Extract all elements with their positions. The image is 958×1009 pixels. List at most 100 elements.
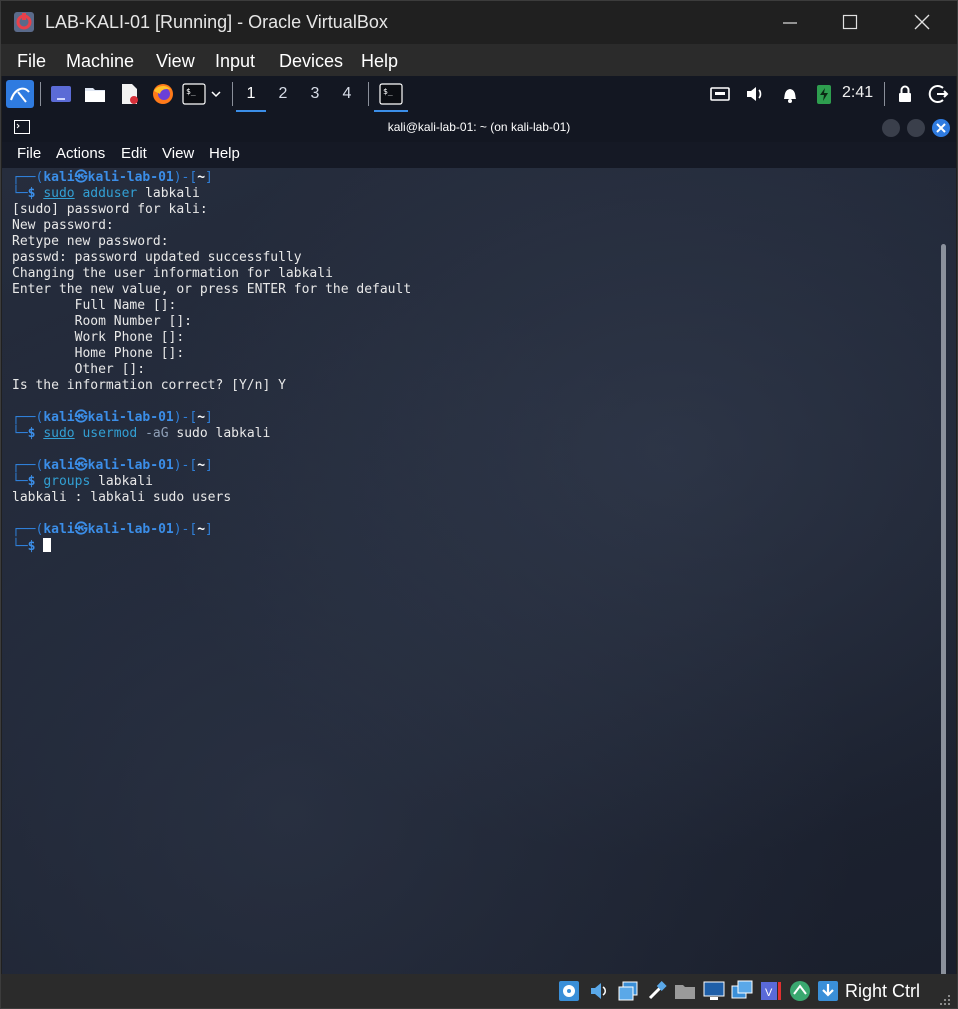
panel-separator [40, 82, 41, 106]
prompt-at: ㉿ [74, 170, 88, 185]
prompt-frame: └─ [12, 539, 28, 554]
terminal-scrollbar[interactable] [941, 244, 946, 974]
menu-help[interactable]: Help [361, 51, 398, 72]
output-line: Work Phone []: [12, 330, 185, 345]
active-command-line[interactable]: └─$ [12, 538, 52, 554]
logout-icon[interactable] [927, 82, 951, 106]
prompt-line: ┌──(kali㉿kali-lab-01)-[~] [12, 458, 213, 474]
shared-clipboard-icon[interactable] [617, 980, 639, 1002]
prompt-frame: ┌──( [12, 410, 44, 425]
output-line: labkali : labkali sudo users [12, 490, 232, 505]
terminal-menu-edit[interactable]: Edit [121, 145, 147, 162]
output-line: Changing the user information for labkal… [12, 266, 333, 281]
prompt-line: ┌──(kali㉿kali-lab-01)-[~] [12, 170, 213, 186]
display-icon[interactable] [703, 980, 725, 1002]
prompt-host: kali-lab-01 [87, 522, 174, 537]
prompt-frame: └─ [12, 186, 28, 201]
prompt-dir: ~ [197, 522, 206, 537]
prompt-frame: )-[ [173, 170, 198, 185]
prompt-line: ┌──(kali㉿kali-lab-01)-[~] [12, 410, 213, 426]
prompt-user: kali [43, 522, 75, 537]
workspace-2[interactable]: 2 [268, 82, 298, 110]
prompt-dollar: $ [27, 474, 36, 489]
command-line: └─$ sudo usermod -aG sudo labkali [12, 426, 270, 442]
firefox-icon[interactable] [151, 82, 175, 106]
terminal-menu-help[interactable]: Help [209, 145, 240, 162]
optical-drive-icon[interactable] [558, 980, 580, 1002]
audio-icon[interactable] [588, 980, 610, 1002]
prompt-at: ㉿ [74, 522, 88, 537]
show-desktop-icon[interactable] [49, 82, 73, 106]
text-cursor [43, 538, 52, 552]
terminal-maximize-button[interactable] [907, 119, 925, 137]
volume-icon[interactable] [743, 82, 767, 106]
prompt-frame: ] [205, 522, 213, 537]
recording-icon[interactable]: V [759, 980, 781, 1002]
terminal-close-button[interactable] [932, 119, 950, 137]
terminal-glyph: $_ [383, 87, 393, 96]
panel-separator [368, 82, 369, 106]
workspace-3[interactable]: 3 [300, 82, 330, 110]
panel-separator [232, 82, 233, 106]
text-editor-icon[interactable] [117, 82, 141, 106]
terminal-output[interactable]: ┌──(kali㉿kali-lab-01)-[~] └─$ sudo addus… [2, 168, 956, 974]
menu-file[interactable]: File [17, 51, 46, 72]
notification-bell-icon[interactable] [778, 82, 802, 106]
prompt-frame: ┌──( [12, 458, 44, 473]
prompt-frame: ┌──( [12, 522, 44, 537]
close-icon [936, 123, 946, 133]
output-line: Is the information correct? [Y/n] Y [12, 378, 286, 393]
command-line: └─$ sudo adduser labkali [12, 186, 200, 202]
svg-text:V: V [765, 987, 773, 999]
output-line: Room Number []: [12, 314, 193, 329]
panel-clock[interactable]: 2:41 [842, 84, 873, 102]
resize-grip-icon[interactable] [938, 994, 952, 1006]
lock-screen-icon[interactable] [893, 82, 917, 106]
guest-display[interactable]: $_ 1 2 3 4 $_ 2:41 kali@kali-lab-01: ~ (… [2, 76, 956, 974]
terminal-minimize-button[interactable] [882, 119, 900, 137]
prompt-at: ㉿ [74, 458, 88, 473]
menu-view[interactable]: View [156, 51, 195, 72]
host-title-bar: LAB-KALI-01 [Running] - Oracle VirtualBo… [0, 0, 958, 44]
file-manager-icon[interactable] [83, 82, 107, 106]
host-key-label[interactable]: Right Ctrl [845, 981, 920, 1002]
maximize-button[interactable] [822, 0, 878, 44]
prompt-frame: └─ [12, 474, 28, 489]
terminal-menu-view[interactable]: View [162, 145, 194, 162]
battery-charging-icon[interactable] [812, 82, 836, 106]
shared-folder-icon[interactable] [674, 980, 696, 1002]
menu-machine[interactable]: Machine [66, 51, 134, 72]
workspace-4[interactable]: 4 [332, 82, 362, 110]
prompt-line: ┌──(kali㉿kali-lab-01)-[~] [12, 522, 213, 538]
command-args: labkali [137, 186, 200, 201]
kali-menu-icon[interactable] [6, 80, 34, 108]
output-line: passwd: password updated successfully [12, 250, 302, 265]
minimize-button[interactable] [762, 0, 818, 44]
panel-separator [884, 82, 885, 106]
download-arrow-icon[interactable] [817, 980, 839, 1002]
terminal-glyph: $_ [186, 87, 196, 96]
terminal-menu-file[interactable]: File [17, 145, 41, 162]
close-button[interactable] [894, 0, 950, 44]
command-sudo: sudo [43, 186, 75, 201]
prompt-dollar: $ [27, 426, 36, 441]
kali-panel: $_ 1 2 3 4 $_ 2:41 [2, 76, 956, 112]
terminal-title-bar[interactable]: kali@kali-lab-01: ~ (on kali-lab-01) [2, 112, 956, 142]
menu-devices[interactable]: Devices [279, 51, 343, 72]
close-icon [914, 14, 930, 30]
terminal-menu-actions[interactable]: Actions [56, 145, 105, 162]
command-option: -aG [137, 426, 169, 441]
usb-icon[interactable] [646, 980, 668, 1002]
prompt-dir: ~ [197, 170, 206, 185]
chevron-down-icon[interactable] [209, 82, 223, 106]
cpu-activity-icon[interactable] [789, 980, 811, 1002]
terminal-launcher-icon[interactable]: $_ [182, 82, 206, 106]
terminal-window-icon: $_ [379, 83, 403, 105]
network-adapter-icon[interactable] [731, 980, 753, 1002]
network-icon[interactable] [708, 82, 732, 106]
taskbar-terminal-window[interactable]: $_ [374, 80, 408, 112]
menu-input[interactable]: Input [215, 51, 255, 72]
workspace-1[interactable]: 1 [236, 82, 266, 112]
terminal-menu-bar: File Actions Edit View Help [2, 142, 956, 168]
prompt-frame: ] [205, 410, 213, 425]
